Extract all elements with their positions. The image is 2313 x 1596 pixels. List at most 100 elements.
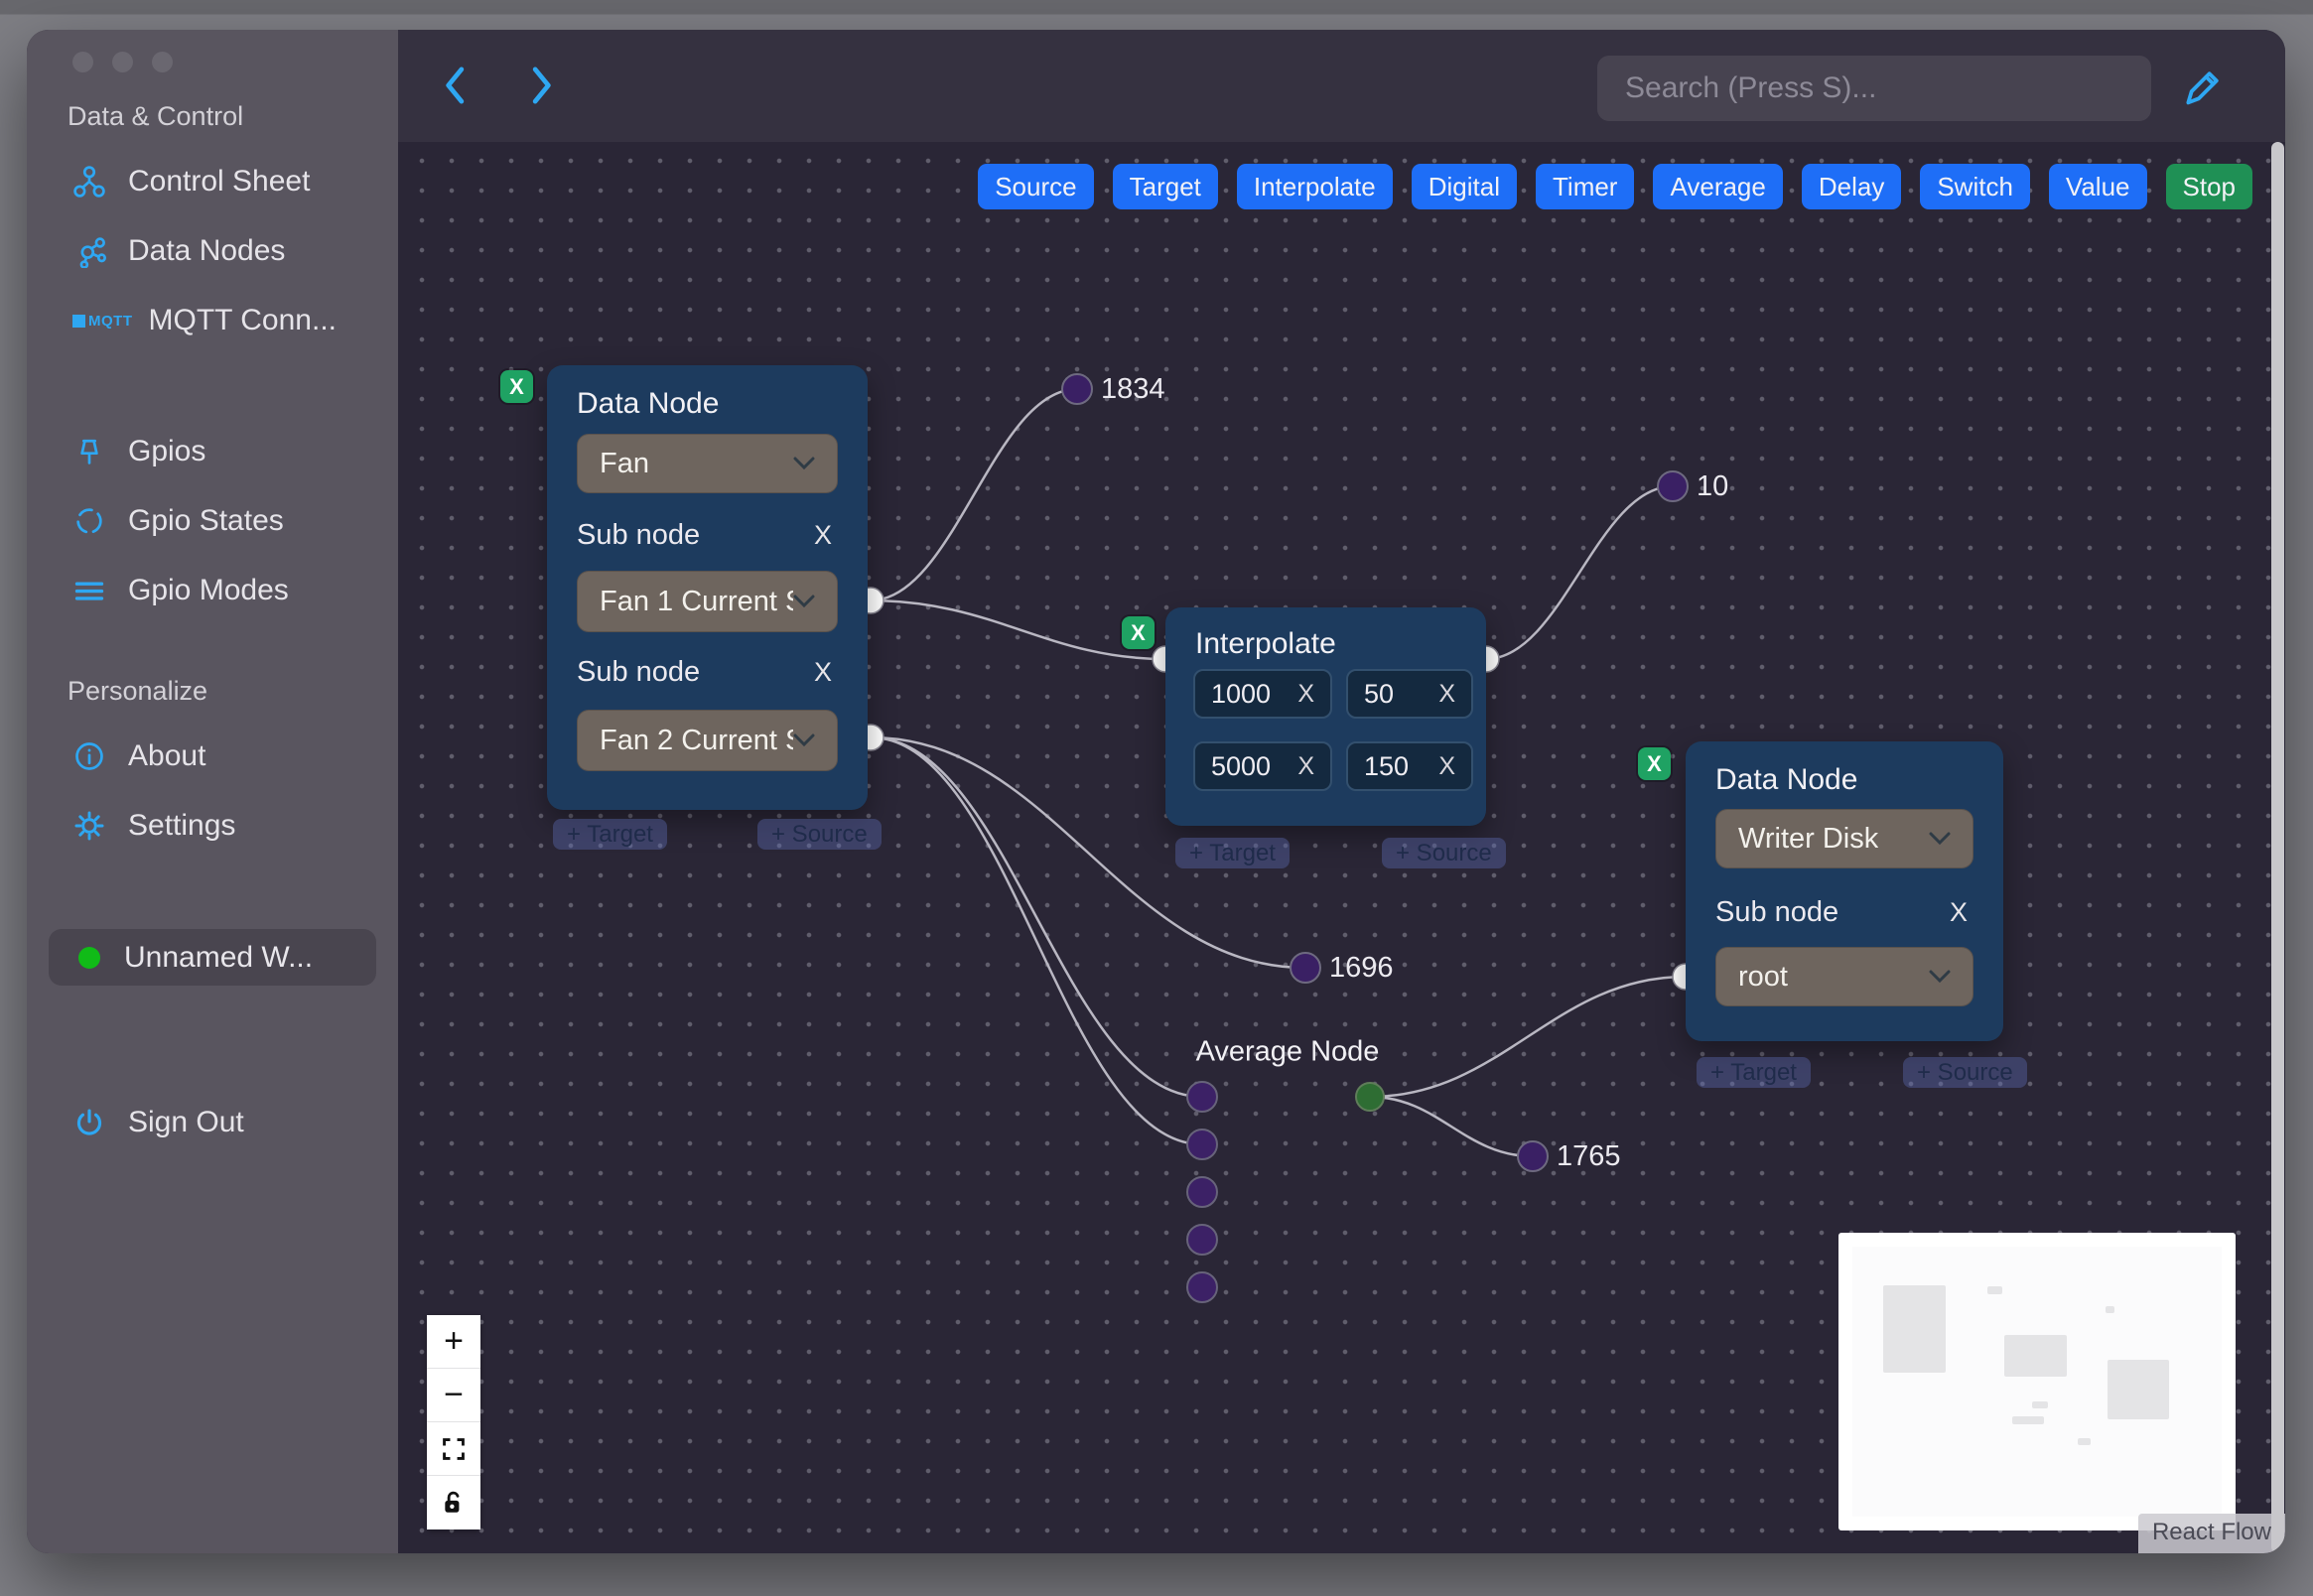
- minimap[interactable]: [1838, 1233, 2236, 1530]
- minimap-node: [1883, 1285, 1946, 1373]
- window-zoom-button[interactable]: [152, 52, 173, 72]
- add-target-pill[interactable]: + Target: [1175, 838, 1290, 868]
- edge-value-dot-1834: [1061, 373, 1093, 405]
- node-title: Data Node: [577, 387, 720, 420]
- minimap-node: [2106, 1306, 2114, 1313]
- remove-sub-node-button[interactable]: X: [814, 520, 832, 551]
- average-node-title: Average Node: [1195, 1035, 1380, 1068]
- add-source-pill[interactable]: + Source: [1382, 838, 1506, 868]
- chevron-down-icon: [793, 733, 815, 747]
- add-source-pill[interactable]: + Source: [757, 819, 882, 850]
- flow-canvas[interactable]: Source Target Interpolate Digital Timer …: [398, 142, 2285, 1553]
- delete-node-button[interactable]: X: [500, 370, 533, 403]
- sidebar-item-label: Gpios: [128, 435, 206, 467]
- sidebar-item-label: About: [128, 739, 206, 772]
- hierarchy-icon: [72, 165, 106, 199]
- add-source-pill[interactable]: + Source: [1903, 1057, 2027, 1088]
- sidebar-item-data-nodes[interactable]: Data Nodes: [27, 229, 398, 273]
- interpolate-node[interactable]: Interpolate 1000 X 50 X 5000 X 150 X: [1165, 607, 1486, 826]
- back-button[interactable]: [430, 60, 481, 111]
- select-value: Fan 1 Current Spe: [600, 585, 793, 617]
- sidebar-item-gpio-modes[interactable]: Gpio Modes: [27, 569, 398, 612]
- minimap-node: [1987, 1286, 2002, 1294]
- interpolate-input-x1[interactable]: 1000 X: [1193, 669, 1332, 719]
- writer-node-select[interactable]: Writer Disk: [1715, 809, 1973, 868]
- clear-input-button[interactable]: X: [1438, 680, 1455, 709]
- edge-value-label: 1696: [1329, 951, 1394, 984]
- data-node-writer-disk[interactable]: Data Node Writer Disk Sub node X root: [1686, 741, 2003, 1041]
- average-target-handle-1[interactable]: [1186, 1081, 1218, 1113]
- forward-button[interactable]: [515, 60, 567, 111]
- vertical-scrollbar[interactable]: [2271, 142, 2284, 1553]
- sidebar-item-gpios[interactable]: Gpios: [27, 430, 398, 473]
- fan-sub2-select[interactable]: Fan 2 Current Spe: [577, 710, 838, 771]
- interpolate-input-y1[interactable]: 50 X: [1346, 669, 1473, 719]
- writer-sub-select[interactable]: root: [1715, 947, 1973, 1006]
- fit-view-button[interactable]: [427, 1422, 480, 1476]
- sidebar-item-mqtt[interactable]: MQTT MQTT Conn...: [27, 299, 398, 342]
- clear-input-button[interactable]: X: [1438, 752, 1455, 781]
- search-input[interactable]: [1597, 56, 2151, 121]
- app-window: Data & Control Control Sheet Data Nodes: [27, 30, 2285, 1553]
- sub-node-row: Sub node X: [577, 656, 832, 689]
- edge-fan2-average2[interactable]: [870, 735, 1203, 1146]
- window-controls[interactable]: [72, 52, 173, 72]
- average-target-handle-2[interactable]: [1186, 1129, 1218, 1160]
- node-title: Data Node: [1715, 763, 1858, 796]
- fan-node-select[interactable]: Fan: [577, 434, 838, 493]
- sub-node-label: Sub node: [577, 519, 701, 551]
- main-area: Source Target Interpolate Digital Timer …: [398, 30, 2285, 1553]
- clear-input-button[interactable]: X: [1297, 680, 1314, 709]
- edge-average-writer[interactable]: [1369, 975, 1687, 1099]
- edge-interpolate-10[interactable]: [1485, 484, 1674, 661]
- average-target-handle-4[interactable]: [1186, 1224, 1218, 1256]
- sidebar-item-gpio-states[interactable]: Gpio States: [27, 499, 398, 543]
- chevron-down-icon: [1929, 832, 1951, 846]
- lock-button[interactable]: [427, 1476, 480, 1530]
- edit-button[interactable]: [2175, 60, 2231, 115]
- average-target-handle-5[interactable]: [1186, 1271, 1218, 1303]
- sidebar-item-settings[interactable]: Settings: [27, 804, 398, 848]
- input-value: 5000: [1211, 750, 1272, 781]
- minimap-node: [2004, 1335, 2067, 1377]
- delete-node-button[interactable]: X: [1638, 747, 1671, 780]
- zoom-controls: + −: [427, 1315, 480, 1530]
- fan-sub1-select[interactable]: Fan 1 Current Spe: [577, 571, 838, 632]
- react-flow-attribution[interactable]: React Flow: [2137, 1514, 2285, 1553]
- add-target-pill[interactable]: + Target: [553, 819, 667, 850]
- add-target-pill[interactable]: + Target: [1697, 1057, 1811, 1088]
- window-close-button[interactable]: [72, 52, 93, 72]
- top-bar: [398, 30, 2285, 142]
- edge-value-dot-10: [1657, 470, 1689, 502]
- minimap-node: [2108, 1360, 2169, 1419]
- remove-sub-node-button[interactable]: X: [1950, 897, 1968, 928]
- zoom-in-button[interactable]: +: [427, 1315, 480, 1369]
- sidebar-item-workflow-unnamed[interactable]: Unnamed W...: [49, 929, 376, 986]
- sidebar-item-about[interactable]: About: [27, 734, 398, 778]
- edge-fan2-average1[interactable]: [870, 735, 1203, 1099]
- sidebar-section-data-control: Data & Control: [68, 101, 244, 131]
- edge-value-label: 1834: [1101, 372, 1165, 405]
- workflow-status-dot: [78, 946, 100, 969]
- window-minimize-button[interactable]: [112, 52, 133, 72]
- chevron-right-icon: [532, 66, 551, 104]
- input-value: 50: [1364, 678, 1395, 709]
- workflow-label: Unnamed W...: [124, 940, 314, 974]
- remove-sub-node-button[interactable]: X: [814, 657, 832, 688]
- average-source-handle[interactable]: [1355, 1082, 1385, 1112]
- data-node-fan[interactable]: Data Node Fan Sub node X Fan 1 Current S…: [547, 365, 868, 810]
- average-target-handle-3[interactable]: [1186, 1176, 1218, 1208]
- sidebar-item-control-sheet[interactable]: Control Sheet: [27, 160, 398, 203]
- sub-node-label: Sub node: [577, 656, 701, 688]
- select-value: root: [1738, 960, 1788, 993]
- sidebar-item-sign-out[interactable]: Sign Out: [27, 1101, 398, 1144]
- interpolate-input-y2[interactable]: 150 X: [1346, 741, 1473, 791]
- edge-fan1-1834[interactable]: [870, 387, 1078, 602]
- delete-node-button[interactable]: X: [1122, 616, 1155, 649]
- gear-icon: [72, 809, 106, 843]
- fit-view-icon: [443, 1437, 465, 1460]
- edge-average-1765[interactable]: [1369, 1095, 1534, 1158]
- zoom-out-button[interactable]: −: [427, 1369, 480, 1422]
- interpolate-input-x2[interactable]: 5000 X: [1193, 741, 1332, 791]
- clear-input-button[interactable]: X: [1297, 752, 1314, 781]
